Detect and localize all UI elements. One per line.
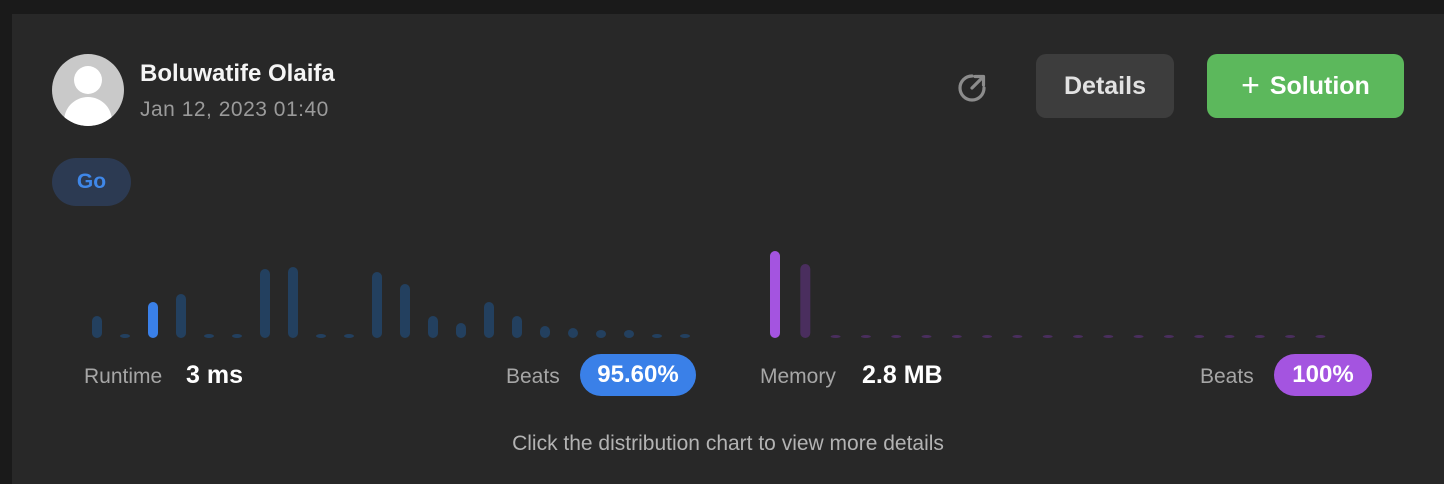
runtime-distribution-bar[interactable] bbox=[540, 326, 550, 338]
memory-distribution-bar[interactable] bbox=[1254, 335, 1265, 338]
memory-distribution-bar[interactable] bbox=[1133, 335, 1144, 338]
memory-distribution-bar[interactable] bbox=[770, 251, 780, 338]
runtime-distribution-bar[interactable] bbox=[512, 316, 522, 338]
runtime-distribution-bar[interactable] bbox=[372, 272, 382, 338]
memory-beats-badge: 100% bbox=[1274, 354, 1372, 396]
details-button-label: Details bbox=[1064, 71, 1146, 100]
runtime-distribution-bar[interactable] bbox=[652, 334, 662, 338]
avatar[interactable] bbox=[52, 54, 124, 126]
runtime-beats-value: 95.60% bbox=[597, 361, 679, 388]
memory-distribution-bar[interactable] bbox=[1103, 335, 1114, 338]
runtime-distribution-bar[interactable] bbox=[484, 302, 494, 338]
submission-timestamp: Jan 12, 2023 01:40 bbox=[140, 98, 329, 121]
runtime-distribution-bar[interactable] bbox=[148, 302, 158, 338]
share-button[interactable] bbox=[952, 68, 992, 108]
runtime-distribution-bar[interactable] bbox=[428, 316, 438, 338]
runtime-distribution-bar[interactable] bbox=[204, 334, 214, 338]
memory-distribution-bar[interactable] bbox=[982, 335, 993, 338]
runtime-distribution-bar[interactable] bbox=[344, 334, 354, 338]
memory-distribution-bar[interactable] bbox=[860, 335, 871, 338]
runtime-distribution-bar[interactable] bbox=[456, 323, 466, 338]
memory-distribution-bar[interactable] bbox=[830, 335, 841, 338]
runtime-distribution-bar[interactable] bbox=[316, 334, 326, 338]
memory-distribution-bar[interactable] bbox=[951, 335, 962, 338]
runtime-distribution-bar[interactable] bbox=[624, 330, 634, 338]
memory-distribution-bar[interactable] bbox=[800, 264, 811, 338]
memory-distribution-bar[interactable] bbox=[1012, 335, 1023, 338]
language-tag: Go bbox=[52, 158, 131, 206]
memory-distribution-bar[interactable] bbox=[1315, 335, 1326, 338]
memory-beats-value: 100% bbox=[1292, 361, 1354, 388]
memory-distribution-bar[interactable] bbox=[891, 335, 902, 338]
memory-beats-label: Beats bbox=[1200, 365, 1254, 388]
runtime-distribution-bar[interactable] bbox=[92, 316, 102, 338]
submission-card: Boluwatife Olaifa Jan 12, 2023 01:40 Det… bbox=[12, 14, 1444, 484]
memory-value: 2.8 MB bbox=[862, 361, 943, 389]
memory-distribution-bar[interactable] bbox=[1073, 335, 1083, 338]
user-name[interactable]: Boluwatife Olaifa bbox=[140, 60, 335, 88]
language-label: Go bbox=[76, 170, 107, 193]
avatar-body-shape bbox=[64, 97, 112, 126]
runtime-value: 3 ms bbox=[186, 361, 243, 389]
memory-distribution-bar[interactable] bbox=[1224, 335, 1235, 338]
details-button[interactable]: Details bbox=[1036, 54, 1174, 118]
runtime-distribution-bar[interactable] bbox=[120, 334, 130, 338]
memory-distribution-bar[interactable] bbox=[1194, 335, 1205, 338]
memory-label: Memory bbox=[760, 365, 836, 388]
add-solution-button[interactable]: + Solution bbox=[1207, 54, 1404, 118]
avatar-head-shape bbox=[74, 66, 102, 94]
runtime-beats-label: Beats bbox=[506, 365, 560, 388]
runtime-distribution-bar[interactable] bbox=[680, 334, 690, 338]
runtime-distribution-bar[interactable] bbox=[232, 334, 242, 338]
distribution-chart-svg bbox=[92, 251, 1326, 338]
runtime-distribution-bar[interactable] bbox=[596, 330, 606, 338]
runtime-distribution-bar[interactable] bbox=[176, 294, 186, 338]
chart-hint: Click the distribution chart to view mor… bbox=[512, 432, 944, 455]
runtime-distribution-bar[interactable] bbox=[260, 269, 270, 338]
runtime-distribution-bar[interactable] bbox=[400, 284, 410, 338]
solution-button-label: Solution bbox=[1269, 71, 1370, 100]
share-arrow-icon bbox=[958, 74, 986, 102]
runtime-distribution-bar[interactable] bbox=[568, 328, 578, 338]
memory-distribution-bar[interactable] bbox=[1163, 335, 1174, 338]
distribution-chart[interactable] bbox=[12, 214, 1444, 344]
memory-distribution-bar[interactable] bbox=[921, 335, 932, 338]
memory-distribution-bar[interactable] bbox=[1285, 335, 1296, 338]
memory-distribution-bar[interactable] bbox=[1042, 335, 1053, 338]
runtime-distribution-bar[interactable] bbox=[288, 267, 298, 338]
plus-icon: + bbox=[1241, 66, 1260, 103]
runtime-beats-badge: 95.60% bbox=[580, 354, 696, 396]
runtime-label: Runtime bbox=[84, 365, 163, 388]
